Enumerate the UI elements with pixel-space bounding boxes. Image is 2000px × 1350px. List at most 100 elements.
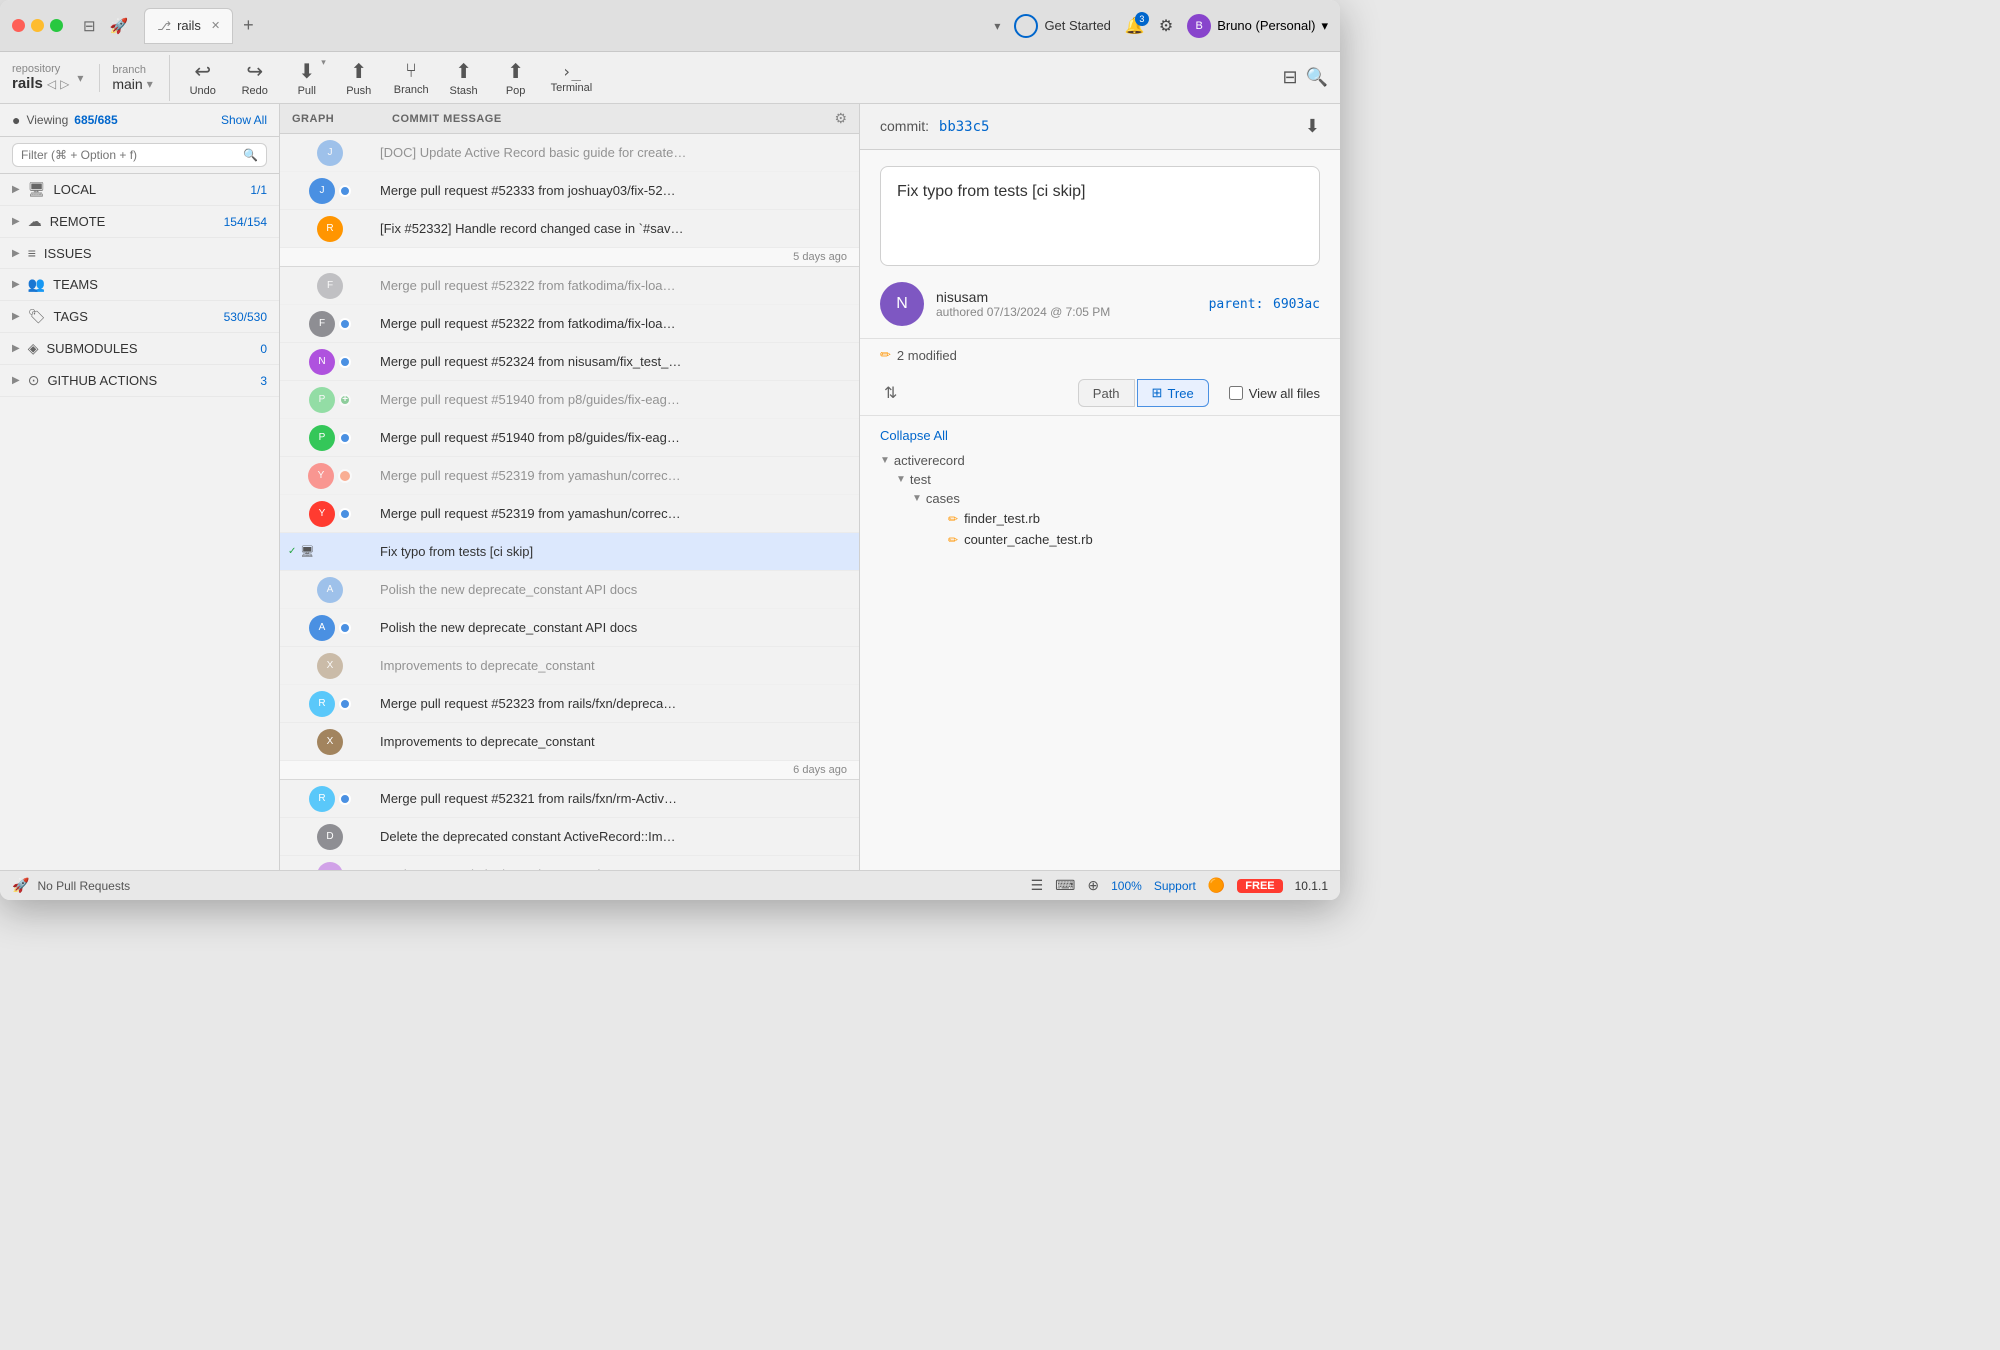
branch-button[interactable]: ⑂ Branch [386, 56, 437, 100]
minimize-button[interactable] [31, 19, 44, 32]
table-row[interactable]: X Improvements to deprecate_constant [280, 647, 859, 685]
table-row[interactable]: X Register cc298de in the Active Record … [280, 856, 859, 870]
branch-dropdown-icon[interactable]: ▾ [147, 77, 153, 91]
avatar: R [309, 691, 335, 717]
user-menu[interactable]: B Bruno (Personal) ▾ [1187, 14, 1328, 38]
avatar: R [309, 786, 335, 812]
list-view-icon[interactable]: ☰ [1031, 877, 1044, 894]
sort-button[interactable]: ⇅ [880, 379, 901, 407]
search-toolbar-icon[interactable]: 🔍 [1306, 67, 1328, 88]
redo-button[interactable]: ↪ Redo [230, 55, 280, 101]
repo-dropdown-icon[interactable]: ▾ [77, 71, 83, 85]
table-row[interactable]: R [Fix #52332] Handle record changed cas… [280, 210, 859, 248]
table-row[interactable]: Y Merge pull request #52319 from yamashu… [280, 457, 859, 495]
pencil-icon: ✏ [880, 347, 891, 363]
filter-text-input[interactable] [21, 148, 237, 162]
local-count: 1/1 [250, 183, 267, 197]
graph-cell: R [280, 691, 380, 717]
tree-tab[interactable]: ⊞ Tree [1137, 379, 1209, 407]
avatar: F [317, 273, 343, 299]
commit-panel: GRAPH COMMIT MESSAGE ⚙ J [DOC] Update Ac… [280, 104, 860, 870]
submodules-icon: ◈ [28, 340, 39, 357]
action-section: ↩ Undo ↪ Redo ⬇ Pull ▾ ⬆ Push ⑂ Branch ⬆ [169, 55, 600, 101]
commit-message-cell: Delete the deprecated constant ActiveRec… [380, 829, 859, 844]
table-row[interactable]: J [DOC] Update Active Record basic guide… [280, 134, 859, 172]
notification-button[interactable]: 🔔 3 [1125, 16, 1145, 36]
sidebar-item-tags[interactable]: ▶ 🏷 TAGS 530/530 [0, 301, 279, 333]
pull-dropdown-icon[interactable]: ▾ [321, 57, 326, 68]
graph-cell: X [280, 653, 380, 679]
collapse-all-button[interactable]: Collapse All [880, 424, 1320, 451]
sidebar-item-github-actions[interactable]: ▶ ⊙ GITHUB ACTIONS 3 [0, 365, 279, 397]
sidebar-item-issues[interactable]: ▶ ≡ ISSUES [0, 238, 279, 269]
sidebar-viewing-count: 685/685 [74, 113, 117, 127]
table-row[interactable]: ✓ 🖥 Fix typo from tests [ci skip] [280, 533, 859, 571]
settings-icon[interactable]: ⚙ [1159, 16, 1173, 36]
table-row[interactable]: R Merge pull request #52323 from rails/f… [280, 685, 859, 723]
commit-list-header: GRAPH COMMIT MESSAGE ⚙ [280, 104, 859, 134]
get-started-button[interactable]: Get Started [1014, 14, 1110, 38]
table-row[interactable]: F Merge pull request #52322 from fatkodi… [280, 305, 859, 343]
tab-repo-icon: ⎇ [157, 19, 171, 33]
push-button[interactable]: ⬆ Push [334, 55, 384, 101]
sidebar-item-submodules[interactable]: ▶ ◈ SUBMODULES 0 [0, 333, 279, 365]
folder-test[interactable]: ▼ test [896, 470, 1320, 489]
download-button[interactable]: ⬇ [1305, 116, 1320, 137]
view-all-files-checkbox[interactable] [1229, 386, 1243, 400]
sidebar-item-teams[interactable]: ▶ 👥 TEAMS [0, 269, 279, 301]
view-all-files-toggle[interactable]: View all files [1229, 386, 1320, 401]
table-row[interactable]: A Polish the new deprecate_constant API … [280, 571, 859, 609]
new-tab-button[interactable]: + [235, 15, 262, 36]
avatar: F [309, 311, 335, 337]
list-item[interactable]: ✏ finder_test.rb [928, 508, 1320, 529]
branch-icon: ⑂ [405, 60, 417, 83]
table-row[interactable]: J Merge pull request #52333 from joshuay… [280, 172, 859, 210]
keyboard-icon[interactable]: ⌨ [1055, 877, 1075, 894]
rails-tab[interactable]: ⎇ rails ✕ [144, 8, 233, 44]
table-row[interactable]: Y Merge pull request #52319 from yamashu… [280, 495, 859, 533]
table-row[interactable]: P Merge pull request #51940 from p8/guid… [280, 419, 859, 457]
commit-message-cell: Fix typo from tests [ci skip] [380, 544, 859, 559]
folder-cases[interactable]: ▼ cases [912, 489, 1320, 508]
graph-cell: P [280, 425, 380, 451]
notification-badge: 3 [1135, 12, 1149, 26]
stash-button[interactable]: ⬆ Stash [439, 55, 489, 101]
repo-label: repository [12, 63, 69, 75]
table-row[interactable]: F Merge pull request #52322 from fatkodi… [280, 267, 859, 305]
table-row[interactable]: D Delete the deprecated constant ActiveR… [280, 818, 859, 856]
commit-hash-label: commit: bb33c5 [880, 118, 989, 135]
table-row[interactable]: P + Merge pull request #51940 from p8/gu… [280, 381, 859, 419]
sidebar-item-local[interactable]: ▶ 🖥 LOCAL 1/1 [0, 174, 279, 206]
table-row[interactable]: A Polish the new deprecate_constant API … [280, 609, 859, 647]
support-link[interactable]: Support [1154, 879, 1196, 893]
avatar: Y [309, 501, 335, 527]
message-col-header: COMMIT MESSAGE [392, 113, 834, 125]
table-row[interactable]: X Improvements to deprecate_constant [280, 723, 859, 761]
graph-cell: F [280, 311, 380, 337]
list-item[interactable]: ✏ counter_cache_test.rb [928, 529, 1320, 550]
tab-close-icon[interactable]: ✕ [211, 19, 220, 32]
folder-activerecord[interactable]: ▼ activerecord [880, 451, 1320, 470]
table-row[interactable]: R Merge pull request #52321 from rails/f… [280, 780, 859, 818]
path-tab-label: Path [1093, 386, 1120, 401]
path-tab[interactable]: Path [1078, 379, 1135, 407]
network-icon[interactable]: ⊟ [1282, 67, 1297, 88]
remote-cloud-icon: ☁ [28, 213, 42, 230]
sidebar-header: ● Viewing 685/685 Show All [0, 104, 279, 137]
commit-dot [339, 318, 351, 330]
close-button[interactable] [12, 19, 25, 32]
maximize-button[interactable] [50, 19, 63, 32]
file-browser-icon[interactable]: ⊟ [83, 17, 96, 35]
commit-list-settings-icon[interactable]: ⚙ [834, 110, 847, 127]
pull-button[interactable]: ⬇ Pull ▾ [282, 55, 332, 101]
sidebar-item-remote[interactable]: ▶ ☁ REMOTE 154/154 [0, 206, 279, 238]
pop-button[interactable]: ⬆ Pop [491, 55, 541, 101]
remote-chevron-icon: ▶ [12, 216, 20, 227]
bookmark-icon[interactable]: 🚀 [110, 17, 129, 35]
show-all-button[interactable]: Show All [221, 113, 267, 127]
undo-button[interactable]: ↩ Undo [178, 55, 228, 101]
terminal-button[interactable]: ›_ Terminal [543, 58, 601, 98]
filter-input-wrapper[interactable]: 🔍 [12, 143, 267, 167]
table-row[interactable]: N Merge pull request #52324 from nisusam… [280, 343, 859, 381]
titlebar-chevron-icon[interactable]: ▾ [994, 19, 1000, 33]
